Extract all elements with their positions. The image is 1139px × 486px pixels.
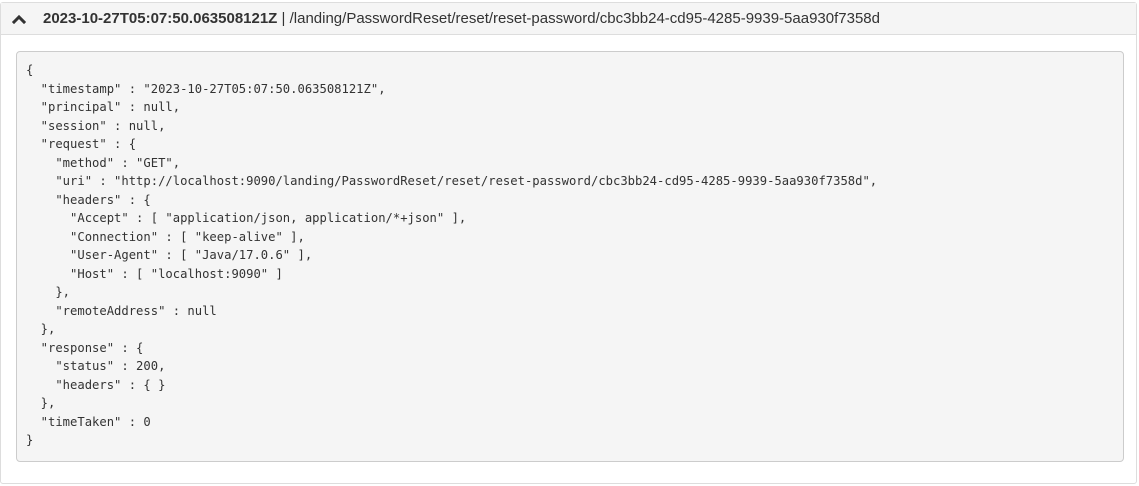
trace-panel-header[interactable]: 2023-10-27T05:07:50.063508121Z | /landin… [1, 3, 1136, 35]
trace-timestamp: 2023-10-27T05:07:50.063508121Z [43, 10, 278, 27]
trace-json-text: { "timestamp" : "2023-10-27T05:07:50.063… [26, 63, 878, 447]
chevron-up-icon[interactable] [11, 11, 27, 27]
trace-title: 2023-10-27T05:07:50.063508121Z | /landin… [43, 10, 880, 27]
title-separator: | [281, 10, 286, 27]
trace-path: /landing/PasswordReset/reset/reset-passw… [289, 10, 880, 27]
trace-json-block: { "timestamp" : "2023-10-27T05:07:50.063… [16, 51, 1124, 462]
trace-panel: 2023-10-27T05:07:50.063508121Z | /landin… [0, 2, 1137, 484]
